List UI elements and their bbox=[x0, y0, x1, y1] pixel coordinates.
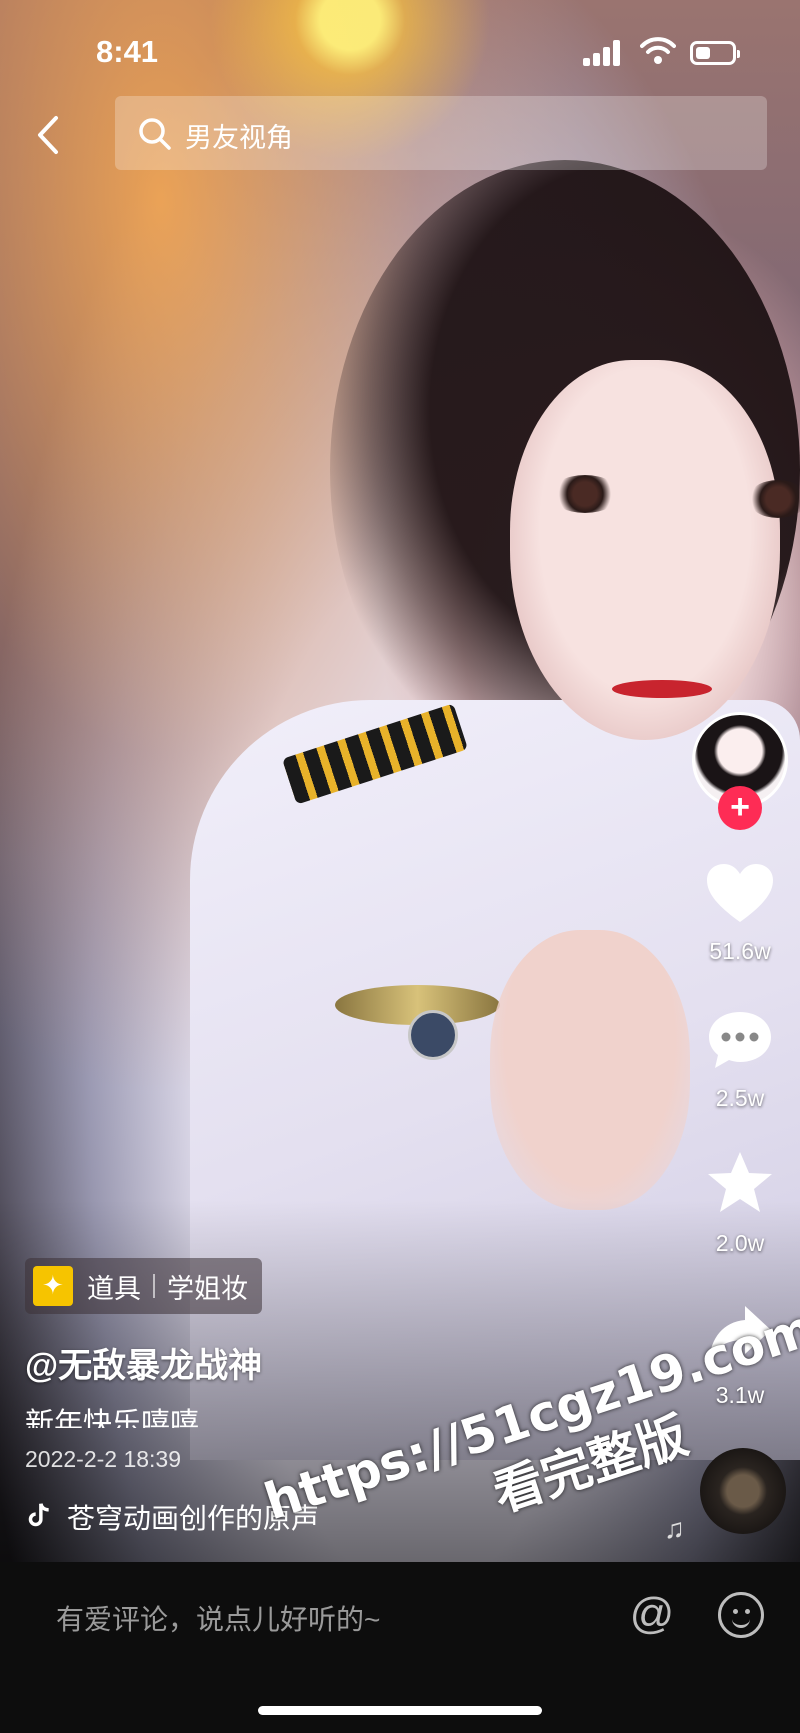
video-caption: 新年快乐嘻嘻 bbox=[25, 1408, 200, 1428]
comment-icon[interactable] bbox=[705, 1008, 775, 1072]
music-disc-icon[interactable] bbox=[700, 1448, 786, 1534]
search-bar[interactable]: 男友视角 bbox=[115, 96, 767, 170]
like-count: 51.6w bbox=[709, 938, 771, 964]
tiktok-note-icon bbox=[28, 1503, 49, 1527]
prop-name: 学姐妆 bbox=[167, 1273, 248, 1304]
mention-at-icon[interactable]: @ bbox=[628, 1590, 676, 1638]
prop-sparkle-icon bbox=[33, 1266, 73, 1306]
search-query: 男友视角 bbox=[185, 123, 293, 153]
home-indicator bbox=[258, 1706, 542, 1715]
music-note-icon: ♫ bbox=[664, 1513, 685, 1544]
video-eye-left bbox=[550, 475, 620, 513]
signal-icon bbox=[583, 40, 623, 66]
prop-divider bbox=[153, 1274, 155, 1298]
video-eye-right bbox=[748, 480, 800, 518]
author-name[interactable]: @无敌暴龙战神 bbox=[25, 1338, 262, 1387]
prop-label: 道具 bbox=[87, 1273, 141, 1304]
video-hand bbox=[490, 930, 690, 1210]
video-star-badge bbox=[408, 1010, 458, 1060]
post-date: 2022-2-2 18:39 bbox=[25, 1446, 182, 1472]
emoji-icon[interactable] bbox=[718, 1592, 764, 1638]
comment-input[interactable]: 有爱评论，说点儿好听的~ bbox=[56, 1598, 380, 1638]
battery-icon bbox=[690, 41, 740, 65]
like-icon[interactable] bbox=[705, 862, 775, 926]
wifi-icon bbox=[640, 37, 676, 64]
status-time: 8:41 bbox=[96, 34, 159, 69]
prop-tag[interactable]: 道具 学姐妆 bbox=[25, 1258, 262, 1314]
follow-button[interactable]: + bbox=[718, 786, 762, 830]
back-button[interactable] bbox=[28, 110, 68, 160]
search-icon bbox=[139, 118, 171, 150]
comment-count: 2.5w bbox=[715, 1085, 765, 1111]
favorite-count: 2.0w bbox=[715, 1230, 765, 1256]
favorite-star-icon[interactable] bbox=[705, 1150, 775, 1214]
video-lips bbox=[612, 680, 712, 698]
